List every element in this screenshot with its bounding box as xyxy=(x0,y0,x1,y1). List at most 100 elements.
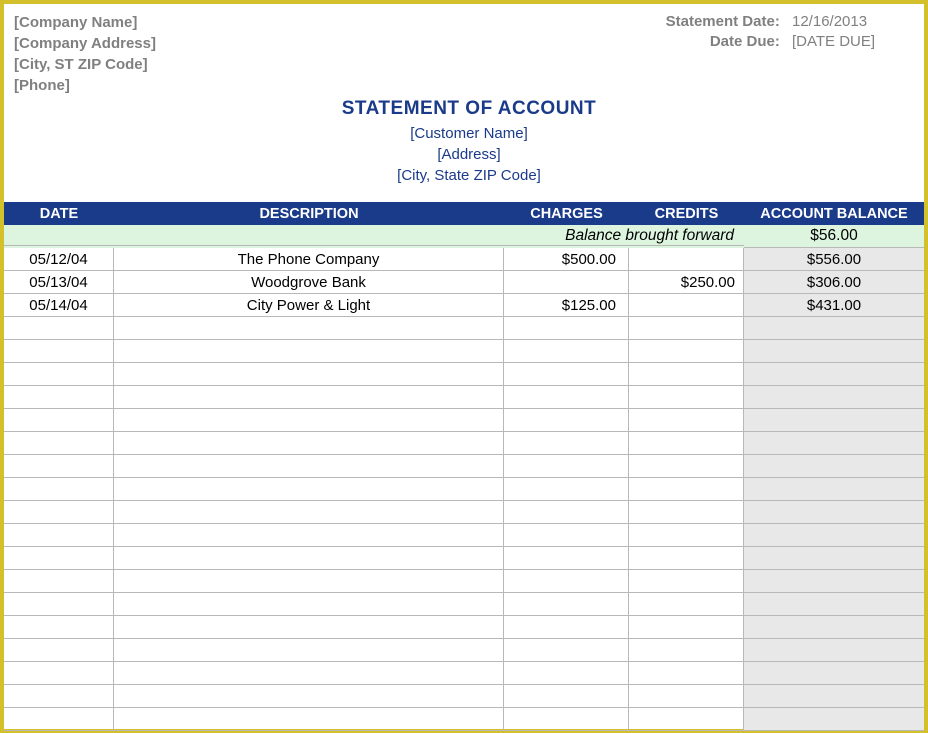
cell-credits[interactable] xyxy=(629,248,744,271)
cell-description[interactable]: City Power & Light xyxy=(114,294,504,317)
cell-balance[interactable] xyxy=(744,547,924,570)
cell-description[interactable] xyxy=(114,639,504,662)
cell-charges[interactable] xyxy=(504,708,629,731)
cell-date[interactable] xyxy=(4,386,114,409)
cell-charges[interactable] xyxy=(504,593,629,616)
statement-date-value[interactable]: 12/16/2013 xyxy=(784,12,884,32)
cell-balance[interactable] xyxy=(744,432,924,455)
cell-balance[interactable] xyxy=(744,708,924,731)
customer-address[interactable]: [Address] xyxy=(14,144,924,165)
cell-balance[interactable] xyxy=(744,662,924,685)
cell-charges[interactable] xyxy=(504,501,629,524)
cell-date[interactable]: 05/14/04 xyxy=(4,294,114,317)
cell-charges[interactable] xyxy=(504,409,629,432)
cell-balance[interactable] xyxy=(744,593,924,616)
cell-date[interactable] xyxy=(4,501,114,524)
cell-credits[interactable] xyxy=(629,501,744,524)
cell-balance[interactable]: $431.00 xyxy=(744,294,924,317)
cell-credits[interactable] xyxy=(629,455,744,478)
customer-name[interactable]: [Customer Name] xyxy=(14,123,924,144)
cell-credits[interactable] xyxy=(629,593,744,616)
balance-forward-value[interactable]: $56.00 xyxy=(744,225,924,248)
cell-description[interactable] xyxy=(114,593,504,616)
cell-charges[interactable] xyxy=(504,524,629,547)
cell-charges[interactable] xyxy=(504,478,629,501)
cell-balance[interactable] xyxy=(744,340,924,363)
cell-date[interactable] xyxy=(4,547,114,570)
company-phone[interactable]: [Phone] xyxy=(14,75,156,96)
cell-date[interactable] xyxy=(4,340,114,363)
cell-description[interactable] xyxy=(114,547,504,570)
cell-credits[interactable] xyxy=(629,432,744,455)
cell-balance[interactable]: $306.00 xyxy=(744,271,924,294)
cell-balance[interactable] xyxy=(744,501,924,524)
cell-balance[interactable] xyxy=(744,570,924,593)
cell-date[interactable] xyxy=(4,616,114,639)
cell-balance[interactable] xyxy=(744,317,924,340)
cell-credits[interactable] xyxy=(629,639,744,662)
cell-charges[interactable] xyxy=(504,340,629,363)
cell-date[interactable] xyxy=(4,409,114,432)
cell-date[interactable] xyxy=(4,478,114,501)
cell-description[interactable] xyxy=(114,409,504,432)
cell-description[interactable] xyxy=(114,708,504,731)
company-address[interactable]: [Company Address] xyxy=(14,33,156,54)
cell-balance[interactable] xyxy=(744,409,924,432)
cell-charges[interactable] xyxy=(504,639,629,662)
cell-description[interactable] xyxy=(114,501,504,524)
cell-date[interactable] xyxy=(4,363,114,386)
date-due-value[interactable]: [DATE DUE] xyxy=(784,32,884,52)
cell-description[interactable] xyxy=(114,455,504,478)
cell-credits[interactable] xyxy=(629,409,744,432)
cell-balance[interactable] xyxy=(744,478,924,501)
cell-balance[interactable] xyxy=(744,386,924,409)
cell-charges[interactable] xyxy=(504,616,629,639)
cell-description[interactable] xyxy=(114,432,504,455)
cell-description[interactable] xyxy=(114,363,504,386)
cell-description[interactable]: The Phone Company xyxy=(114,248,504,271)
cell-credits[interactable] xyxy=(629,340,744,363)
cell-credits[interactable] xyxy=(629,708,744,731)
cell-credits[interactable]: $250.00 xyxy=(629,271,744,294)
cell-credits[interactable] xyxy=(629,478,744,501)
cell-balance[interactable] xyxy=(744,639,924,662)
cell-credits[interactable] xyxy=(629,363,744,386)
cell-description[interactable] xyxy=(114,685,504,708)
cell-date[interactable]: 05/13/04 xyxy=(4,271,114,294)
cell-charges[interactable] xyxy=(504,271,629,294)
cell-credits[interactable] xyxy=(629,547,744,570)
cell-date[interactable] xyxy=(4,570,114,593)
cell-date[interactable] xyxy=(4,455,114,478)
cell-charges[interactable] xyxy=(504,317,629,340)
cell-description[interactable]: Woodgrove Bank xyxy=(114,271,504,294)
cell-description[interactable] xyxy=(114,340,504,363)
cell-date[interactable] xyxy=(4,662,114,685)
customer-city[interactable]: [City, State ZIP Code] xyxy=(14,165,924,186)
cell-balance[interactable] xyxy=(744,685,924,708)
cell-charges[interactable] xyxy=(504,685,629,708)
cell-description[interactable] xyxy=(114,478,504,501)
cell-balance[interactable] xyxy=(744,455,924,478)
cell-credits[interactable] xyxy=(629,616,744,639)
cell-charges[interactable]: $500.00 xyxy=(504,248,629,271)
cell-balance[interactable] xyxy=(744,524,924,547)
cell-description[interactable] xyxy=(114,662,504,685)
cell-date[interactable] xyxy=(4,708,114,731)
cell-description[interactable] xyxy=(114,386,504,409)
cell-credits[interactable] xyxy=(629,317,744,340)
cell-date[interactable] xyxy=(4,317,114,340)
cell-balance[interactable] xyxy=(744,616,924,639)
cell-balance[interactable] xyxy=(744,363,924,386)
cell-credits[interactable] xyxy=(629,570,744,593)
cell-charges[interactable] xyxy=(504,570,629,593)
cell-date[interactable] xyxy=(4,639,114,662)
company-name[interactable]: [Company Name] xyxy=(14,12,156,33)
cell-description[interactable] xyxy=(114,317,504,340)
cell-date[interactable] xyxy=(4,593,114,616)
cell-description[interactable] xyxy=(114,616,504,639)
cell-charges[interactable] xyxy=(504,547,629,570)
cell-charges[interactable] xyxy=(504,386,629,409)
cell-charges[interactable] xyxy=(504,432,629,455)
cell-balance[interactable]: $556.00 xyxy=(744,248,924,271)
company-city[interactable]: [City, ST ZIP Code] xyxy=(14,54,156,75)
